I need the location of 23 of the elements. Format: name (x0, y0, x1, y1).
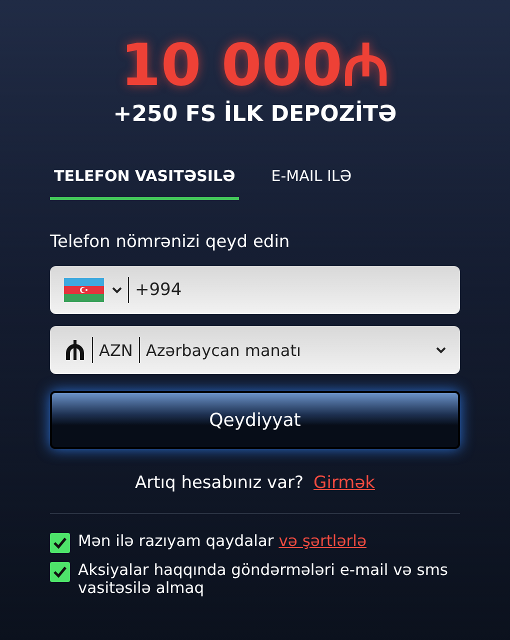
phone-input[interactable]: +994 (135, 280, 446, 300)
bonus-amount: 10 000₼ (120, 30, 390, 100)
flag-icon (64, 278, 104, 302)
checkbox-label: Aksiyalar haqqında göndərmələri e-mail və sms vasitəsilə almaq (78, 561, 448, 597)
terms-link[interactable]: və şərtlərlə (278, 532, 366, 550)
checkbox-label: Mən ilə razıyam qaydalar və şərtlərlə (78, 532, 366, 550)
login-prompt: Artıq hesabınız var? (135, 473, 304, 493)
chevron-down-icon (112, 286, 122, 294)
chevron-down-icon (436, 346, 446, 354)
currency-code: AZN (99, 340, 133, 360)
currency-name: Azərbaycan manatı (146, 340, 302, 360)
checkbox[interactable] (50, 562, 70, 582)
country-selector[interactable] (64, 278, 122, 302)
register-button[interactable]: Qeydiyyat (50, 391, 460, 449)
tab[interactable]: TELEFON VASITƏSILƏ (50, 161, 240, 200)
field-label: Telefon nömrənizi qeyd edin (50, 232, 291, 252)
phone-field[interactable]: +994 (50, 266, 460, 314)
currency-icon (64, 339, 86, 361)
checkbox[interactable] (50, 533, 70, 553)
login-link[interactable]: Girmək (314, 473, 375, 493)
currency-dropdown[interactable]: AZN Azərbaycan manatı (50, 326, 460, 374)
tab[interactable]: E-MAIL ILƏ (267, 161, 356, 200)
bonus-subtitle: +250 FS İLK DEPOZİTƏ (112, 102, 398, 127)
